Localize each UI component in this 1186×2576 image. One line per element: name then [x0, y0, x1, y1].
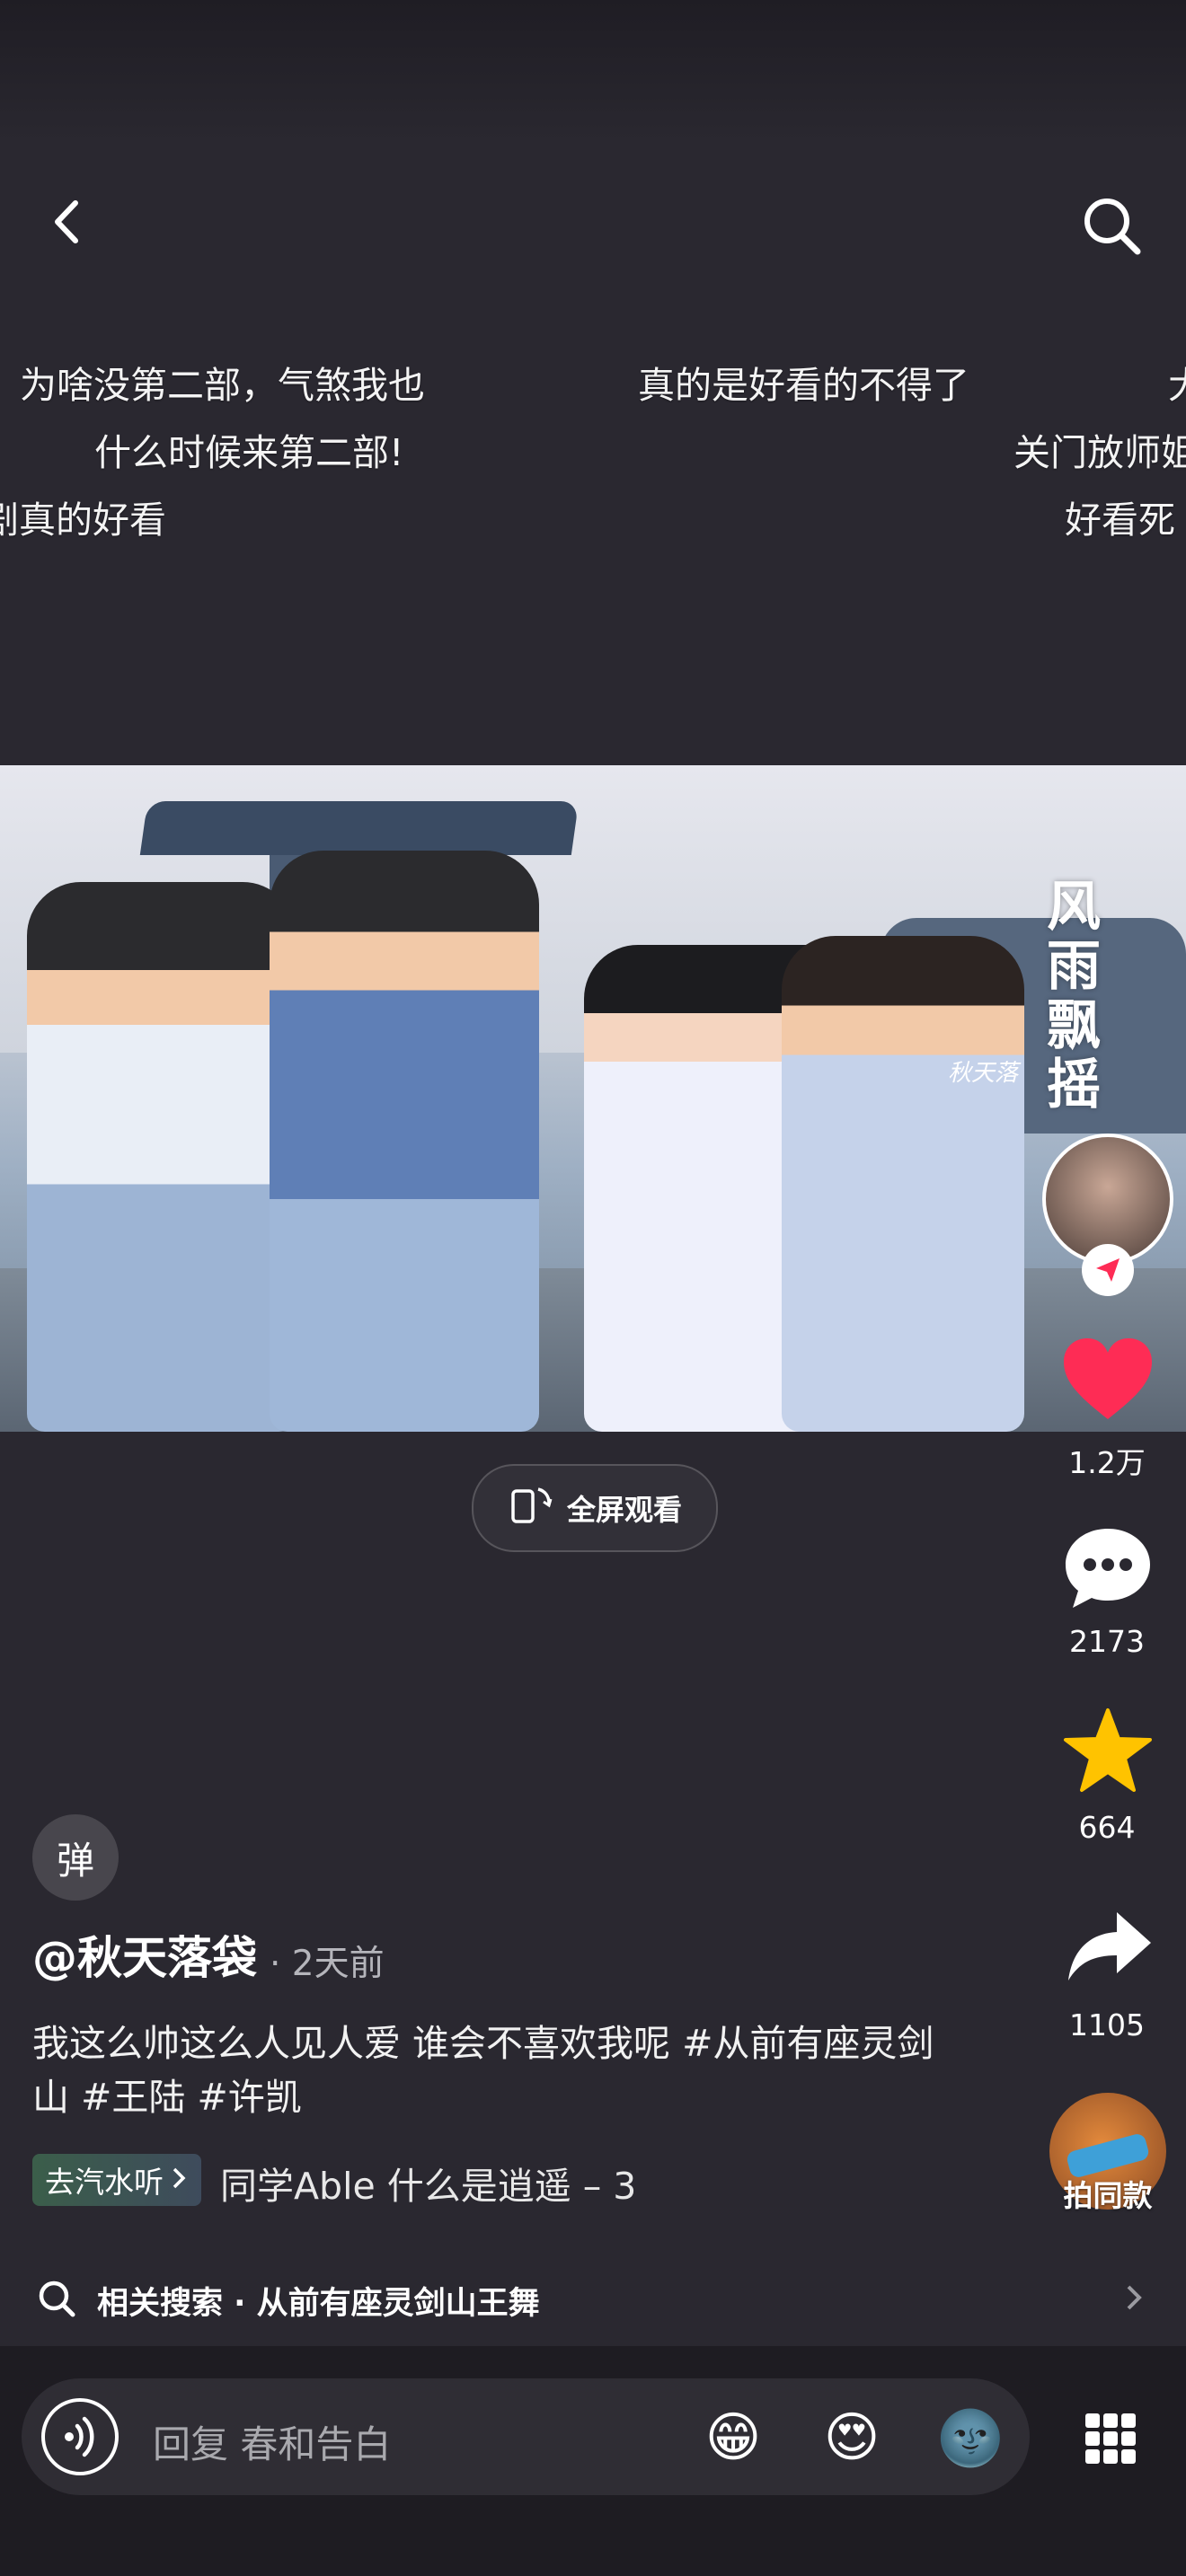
music-tag-button[interactable]: 去汽水听 [32, 2154, 201, 2206]
rotate-screen-icon [508, 1482, 553, 1534]
search-icon[interactable] [1076, 190, 1148, 262]
emoji-grin-button[interactable]: 😁 [694, 2398, 773, 2477]
danmaku-item: 剧真的好看 [0, 498, 166, 542]
person-figure [782, 936, 1024, 1432]
person-figure [27, 882, 296, 1432]
related-search-bar[interactable]: 相关搜索 · 从前有座灵剑山王舞 [0, 2251, 1186, 2344]
grid-menu-icon[interactable] [1084, 2412, 1137, 2466]
pavilion-roof [139, 801, 580, 855]
video-watermark-title: 风雨飘摇 [1047, 876, 1101, 1116]
video-signature: 秋天落 [948, 1060, 1019, 1087]
like-count: 1.2万 [1068, 1445, 1146, 1480]
video-player[interactable]: 风雨飘摇 秋天落 [0, 765, 1186, 1432]
like-icon[interactable] [1060, 1337, 1155, 1423]
emoji-heart-eyes-button[interactable]: 😍 [812, 2398, 891, 2477]
post-time: · 2天前 [270, 1944, 385, 1984]
emoji-moon-face-button[interactable]: 🌚 [931, 2398, 1010, 2477]
comment-icon[interactable] [1060, 1523, 1155, 1613]
favorite-count: 664 [1078, 1810, 1136, 1845]
top-gradient [0, 0, 1186, 144]
favorite-icon[interactable] [1062, 1707, 1154, 1796]
author-name[interactable]: @秋天落袋 [32, 1922, 257, 1987]
person-figure [270, 851, 539, 1432]
fullscreen-label: 全屏观看 [566, 1493, 682, 1527]
back-icon[interactable] [36, 190, 99, 253]
share-count: 1105 [1069, 2007, 1145, 2042]
danmaku-item: 好看死 [1065, 498, 1175, 542]
voice-input-icon[interactable] [41, 2398, 119, 2475]
danmaku-item: 为啥没第二部，气煞我也 [20, 364, 425, 407]
music-title[interactable]: 同学Able 什么是逍遥 – 3 [220, 2156, 687, 2210]
share-icon[interactable] [1065, 1909, 1155, 1986]
comment-count: 2173 [1069, 1624, 1145, 1659]
follow-icon[interactable] [1082, 1244, 1134, 1296]
danmaku-item: 大 [1168, 355, 1186, 409]
danmaku-item: 什么时候来第二部! [94, 431, 404, 474]
danmu-toggle-label: 弹 [56, 1838, 94, 1883]
video-caption[interactable]: 我这么帅这么人见人爱 谁会不喜欢我呢 #从前有座灵剑山 #王陆 #许凯 [32, 2016, 949, 2124]
chevron-right-icon [169, 2163, 189, 2198]
reply-placeholder[interactable]: 回复 春和告白 [153, 2414, 391, 2469]
related-search-label: 相关搜索 · 从前有座灵剑山王舞 [97, 2286, 540, 2322]
same-style-label[interactable]: 拍同款 [1045, 2172, 1171, 2215]
fullscreen-button[interactable]: 全屏观看 [472, 1464, 718, 1552]
danmaku-item: 关门放师姐 [1013, 431, 1186, 474]
chevron-right-icon [1123, 2281, 1145, 2317]
search-icon [36, 2278, 77, 2323]
danmu-toggle-button[interactable]: 弹 [32, 1814, 119, 1901]
music-tag-label: 去汽水听 [45, 2165, 164, 2200]
danmaku-item: 真的是好看的不得了 [638, 364, 969, 407]
